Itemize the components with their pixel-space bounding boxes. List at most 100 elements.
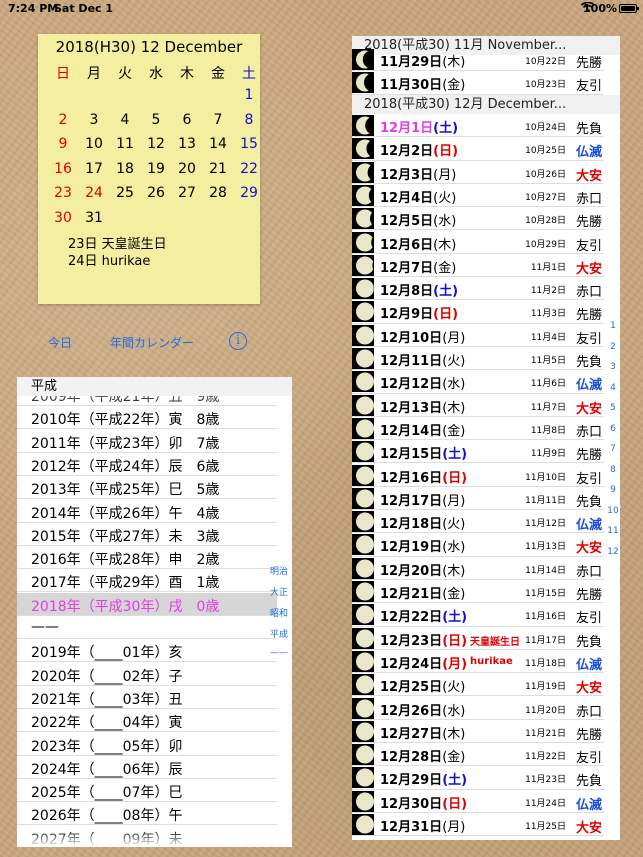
day-row[interactable]: 12月11日(火) 11月5日 先負 xyxy=(352,347,604,371)
era-row[interactable]: 2020年（____02年）子 xyxy=(17,663,277,686)
day-cell[interactable]: 7 xyxy=(203,112,233,128)
day-row[interactable]: 12月13日(木) 11月7日 大安 xyxy=(352,394,604,417)
era-row[interactable]: 2019年（____01年）亥 xyxy=(17,639,277,663)
day-cell[interactable]: 31 xyxy=(79,210,109,226)
era-row[interactable]: 2012年（平成24年）辰 6歳 xyxy=(17,453,277,476)
day-cell[interactable]: 8 xyxy=(234,112,264,128)
era-index-item[interactable]: —— xyxy=(266,648,292,658)
day-row[interactable]: 12月5日(水) 10月28日 先勝 xyxy=(352,207,604,231)
day-cell[interactable]: 4 xyxy=(110,112,140,128)
day-row[interactable]: 12月25日(火) 11月19日 大安 xyxy=(352,673,604,697)
day-cell[interactable]: 27 xyxy=(172,185,202,201)
day-row[interactable]: 12月23日(日) 天皇誕生日 11月17日 先負 xyxy=(352,627,604,650)
day-row[interactable]: 12月17日(月) 11月11日 先負 xyxy=(352,487,604,511)
day-cell[interactable]: 16 xyxy=(48,161,78,177)
day-row[interactable]: 12月26日(水) 11月20日 赤口 xyxy=(352,697,604,720)
day-cell[interactable]: 26 xyxy=(141,185,171,201)
day-row[interactable]: 12月15日(土) 11月9日 先勝 xyxy=(352,440,604,464)
year-calendar-link[interactable]: 年間カレンダー xyxy=(110,334,194,351)
day-cell[interactable]: 5 xyxy=(141,112,171,128)
day-row[interactable]: 12月7日(金) 11月1日 大安 xyxy=(352,254,604,278)
day-row[interactable]: 12月24日(月) hurikae 11月18日 仏滅 xyxy=(352,650,604,674)
day-row[interactable]: 12月31日(月) 11月25日 大安 xyxy=(352,813,604,837)
day-row[interactable]: 12月29日(土) 11月23日 先負 xyxy=(352,766,604,790)
day-cell[interactable]: 24 xyxy=(79,185,109,201)
day-cell[interactable]: 18 xyxy=(110,161,140,177)
era-index-item[interactable]: 昭和 xyxy=(266,606,292,619)
day-cell[interactable]: 28 xyxy=(203,185,233,201)
month-index-item[interactable]: 7 xyxy=(606,444,620,454)
day-row[interactable]: 12月19日(水) 11月13日 大安 xyxy=(352,533,604,557)
era-row[interactable]: 2010年（平成22年）寅 8歳 xyxy=(17,406,277,430)
month-index-item[interactable]: 2 xyxy=(606,342,620,352)
day-cell[interactable]: 6 xyxy=(172,112,202,128)
day-row[interactable]: 12月28日(金) 11月22日 友引 xyxy=(352,743,604,767)
day-row[interactable]: 12月1日(土) 10月24日 先負 xyxy=(352,114,604,138)
month-index-item[interactable]: 10 xyxy=(606,506,620,516)
day-cell[interactable]: 17 xyxy=(79,161,109,177)
day-cell[interactable]: 3 xyxy=(79,112,109,128)
day-row[interactable]: 12月4日(火) 10月27日 赤口 xyxy=(352,184,604,208)
day-cell[interactable]: 9 xyxy=(48,136,78,152)
era-row[interactable]: 2022年（____04年）寅 xyxy=(17,709,277,733)
month-index-item[interactable]: 9 xyxy=(606,485,620,495)
era-row[interactable]: 2018年（平成30年）戌 0歳 xyxy=(17,592,277,616)
day-row[interactable]: 12月22日(土) 11月16日 友引 xyxy=(352,603,604,627)
day-cell[interactable]: 21 xyxy=(203,161,233,177)
era-row[interactable]: 2023年（____05年）卯 xyxy=(17,733,277,756)
era-list[interactable]: 2009年（平成21年）丑 9歳 2010年（平成22年）寅 8歳 2011年（平成… xyxy=(17,377,292,847)
day-cell[interactable]: 19 xyxy=(141,161,171,177)
today-link[interactable]: 今日 xyxy=(48,334,72,351)
day-row[interactable]: 12月8日(土) 11月2日 赤口 xyxy=(352,277,604,301)
month-index-item[interactable]: 3 xyxy=(606,362,620,372)
era-index-item[interactable]: 平成 xyxy=(266,627,292,640)
day-row[interactable]: 12月30日(日) 11月24日 仏滅 xyxy=(352,790,604,813)
day-row[interactable]: 12月18日(火) 11月12日 仏滅 xyxy=(352,510,604,534)
day-row[interactable]: 11月29日(木) 10月22日 先勝 xyxy=(352,48,604,72)
day-row[interactable]: 12月14日(金) 11月8日 赤口 xyxy=(352,417,604,441)
day-row[interactable]: 12月21日(金) 11月15日 先勝 xyxy=(352,580,604,604)
era-index-item[interactable]: 明治 xyxy=(266,564,292,577)
day-cell[interactable]: 10 xyxy=(79,136,109,152)
day-row[interactable]: 12月6日(木) 10月29日 友引 xyxy=(352,231,604,254)
era-row[interactable]: 2016年（平成28年）申 2歳 xyxy=(17,546,277,570)
day-row[interactable]: 12月27日(木) 11月21日 先勝 xyxy=(352,720,604,744)
day-cell[interactable]: 22 xyxy=(234,161,264,177)
era-row[interactable]: 2014年（平成26年）午 4歳 xyxy=(17,500,277,523)
day-cell[interactable]: 12 xyxy=(141,136,171,152)
day-cell[interactable]: 23 xyxy=(48,185,78,201)
era-row[interactable]: 2011年（平成23年）卯 7歳 xyxy=(17,430,277,453)
day-cell[interactable]: 13 xyxy=(172,136,202,152)
era-row[interactable]: 2017年（平成29年）酉 1歳 xyxy=(17,569,277,593)
day-cell[interactable]: 1 xyxy=(234,87,264,103)
day-cell[interactable]: 15 xyxy=(234,136,264,152)
day-row[interactable]: 12月20日(木) 11月14日 赤口 xyxy=(352,557,604,580)
day-row[interactable]: 12月2日(日) 10月25日 仏滅 xyxy=(352,137,604,161)
era-row[interactable]: 2024年（____06年）辰 xyxy=(17,756,277,779)
month-index-item[interactable]: 1 xyxy=(606,321,620,331)
day-row[interactable]: 12月9日(日) 11月3日 先勝 xyxy=(352,300,604,324)
day-row[interactable]: 12月12日(水) 11月6日 仏滅 xyxy=(352,370,604,394)
month-index-item[interactable]: 6 xyxy=(606,424,620,434)
month-index-item[interactable]: 12 xyxy=(606,547,620,557)
era-row[interactable]: —— xyxy=(17,616,277,639)
day-cell[interactable]: 20 xyxy=(172,161,202,177)
day-cell[interactable]: 29 xyxy=(234,185,264,201)
era-row[interactable]: 2013年（平成25年）巳 5歳 xyxy=(17,476,277,500)
day-cell[interactable]: 25 xyxy=(110,185,140,201)
era-row[interactable]: 2025年（____07年）巳 xyxy=(17,779,277,803)
era-row[interactable]: 2015年（平成27年）未 3歳 xyxy=(17,523,277,546)
month-index-item[interactable]: 5 xyxy=(606,403,620,413)
month-index-item[interactable]: 11 xyxy=(606,526,620,536)
day-row[interactable]: 11月30日(金) 10月23日 友引 xyxy=(352,71,604,95)
day-cell[interactable]: 30 xyxy=(48,210,78,226)
day-cell[interactable]: 14 xyxy=(203,136,233,152)
day-cell[interactable]: 2 xyxy=(48,112,78,128)
day-row[interactable]: 12月10日(月) 11月4日 友引 xyxy=(352,324,604,347)
day-row[interactable]: 12月16日(日) 11月10日 友引 xyxy=(352,464,604,487)
day-list[interactable]: 2018(平成30) 11月 November... 2018(平成30) 12… xyxy=(352,36,620,840)
era-index-item[interactable]: 大正 xyxy=(266,585,292,598)
day-cell[interactable]: 11 xyxy=(110,136,140,152)
era-row[interactable]: 2021年（____03年）丑 xyxy=(17,686,277,709)
era-row[interactable]: 2027年（____09年）未 xyxy=(17,826,277,847)
